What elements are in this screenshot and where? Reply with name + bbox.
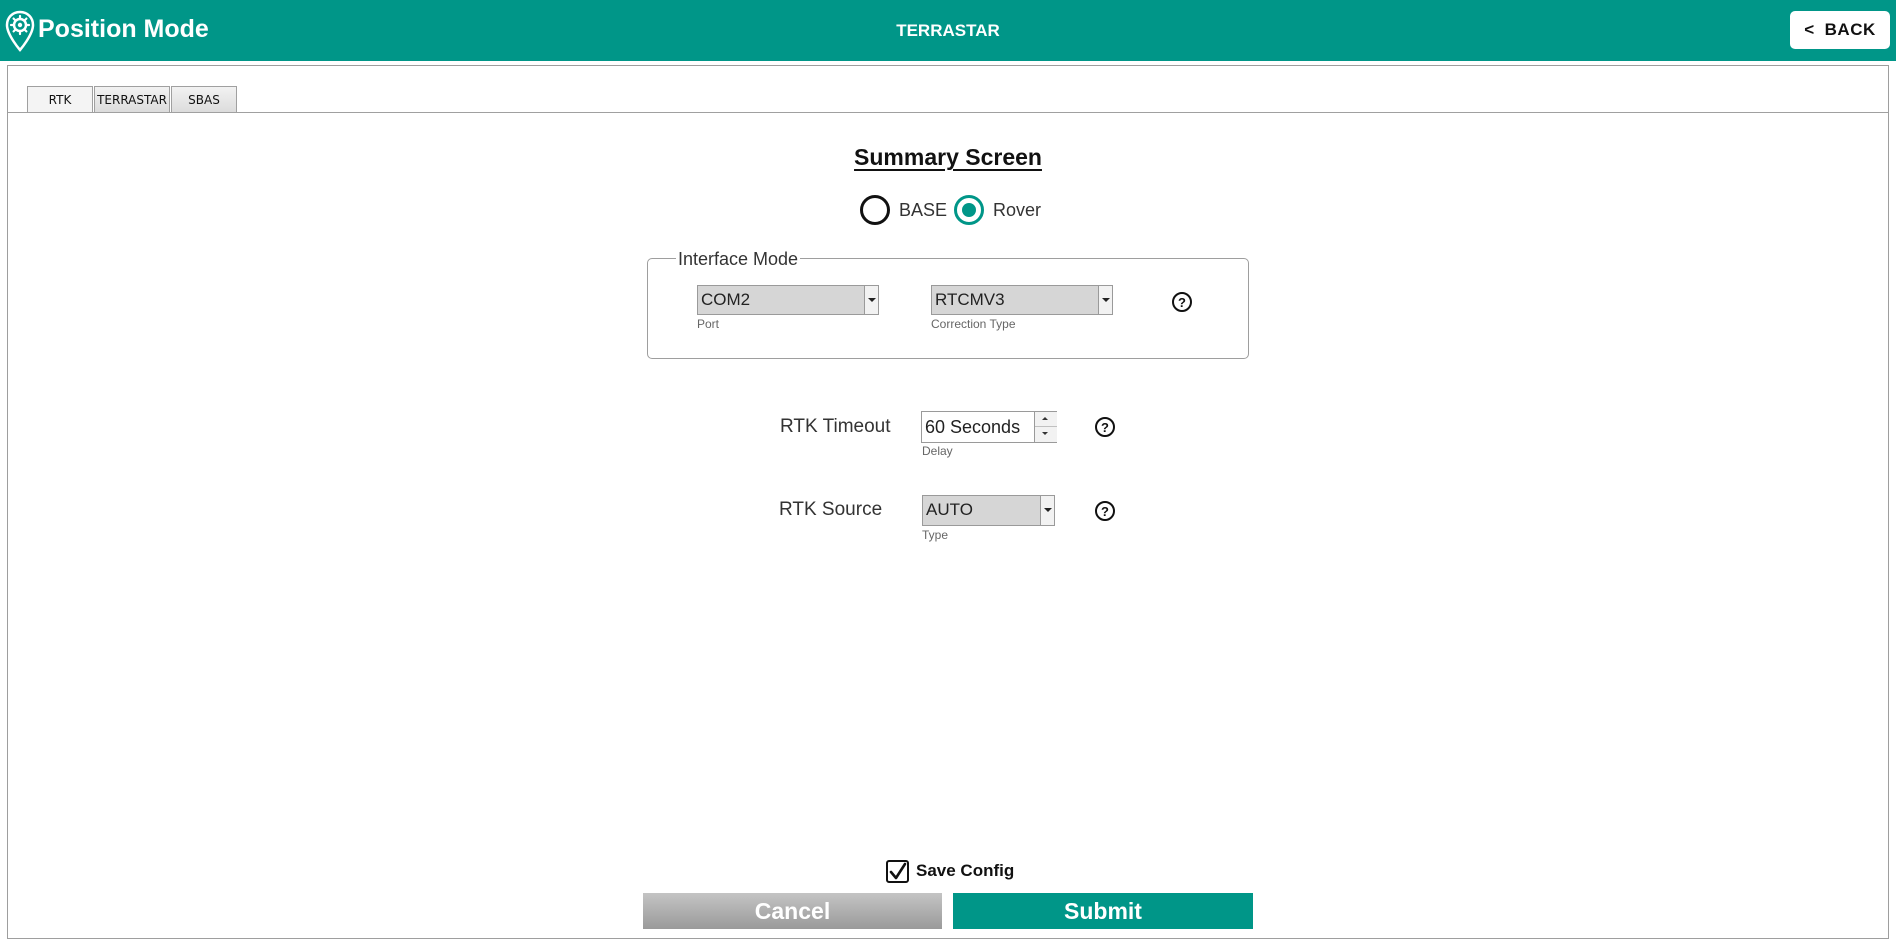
port-label: Port — [697, 317, 720, 331]
port-select[interactable]: COM2 — [697, 285, 879, 315]
interface-mode-legend: Interface Mode — [676, 248, 801, 270]
app-title: Position Mode — [38, 15, 209, 43]
tab-rtk[interactable]: RTK — [27, 86, 93, 112]
chevron-down-icon — [1040, 496, 1054, 525]
radio-base[interactable] — [860, 195, 890, 225]
rtk-timeout-value: 60 Seconds — [925, 417, 1021, 437]
rtk-source-label: RTK Source — [779, 499, 883, 520]
submit-button[interactable]: Submit — [953, 893, 1253, 929]
location-gear-icon — [5, 10, 35, 52]
decrement-button[interactable] — [1035, 427, 1057, 442]
cancel-button[interactable]: Cancel — [643, 893, 942, 929]
tab-terrastar[interactable]: TERRASTAR — [94, 86, 170, 112]
back-button[interactable]: < BACK — [1790, 11, 1890, 49]
help-icon[interactable]: ? — [1095, 501, 1115, 521]
radio-rover-label: Rover — [993, 200, 1042, 220]
stepper-buttons — [1034, 412, 1057, 442]
chevron-left-icon: < — [1804, 20, 1815, 39]
radio-rover[interactable] — [954, 195, 984, 225]
chevron-down-icon — [864, 286, 878, 314]
radio-base-label: BASE — [899, 200, 948, 220]
increment-button[interactable] — [1035, 412, 1057, 427]
correction-type-value: RTCMV3 — [935, 290, 1005, 309]
delay-label: Delay — [922, 444, 953, 458]
rtk-source-value: AUTO — [926, 500, 973, 519]
save-config-checkbox[interactable] — [886, 860, 909, 883]
help-icon[interactable]: ? — [1095, 417, 1115, 437]
port-select-value: COM2 — [701, 290, 751, 309]
tab-sbas[interactable]: SBAS — [171, 86, 237, 112]
rtk-source-select[interactable]: AUTO — [922, 495, 1055, 526]
correction-type-label: Correction Type — [931, 317, 1016, 331]
chevron-down-icon — [1098, 286, 1112, 314]
save-config-label: Save Config — [916, 861, 1015, 880]
help-icon[interactable]: ? — [1172, 292, 1192, 312]
summary-title: Summary Screen — [854, 144, 1042, 170]
rtk-timeout-label: RTK Timeout — [780, 416, 891, 437]
correction-type-select[interactable]: RTCMV3 — [931, 285, 1113, 315]
tab-divider — [8, 112, 1888, 113]
checkmark-icon — [889, 862, 907, 880]
back-button-label: BACK — [1824, 20, 1876, 39]
app-header: Position Mode TERRASTAR < BACK — [0, 0, 1896, 61]
type-label: Type — [922, 528, 949, 542]
tab-bar: RTK TERRASTAR SBAS — [27, 86, 238, 112]
page-title: TERRASTAR — [896, 21, 1000, 40]
